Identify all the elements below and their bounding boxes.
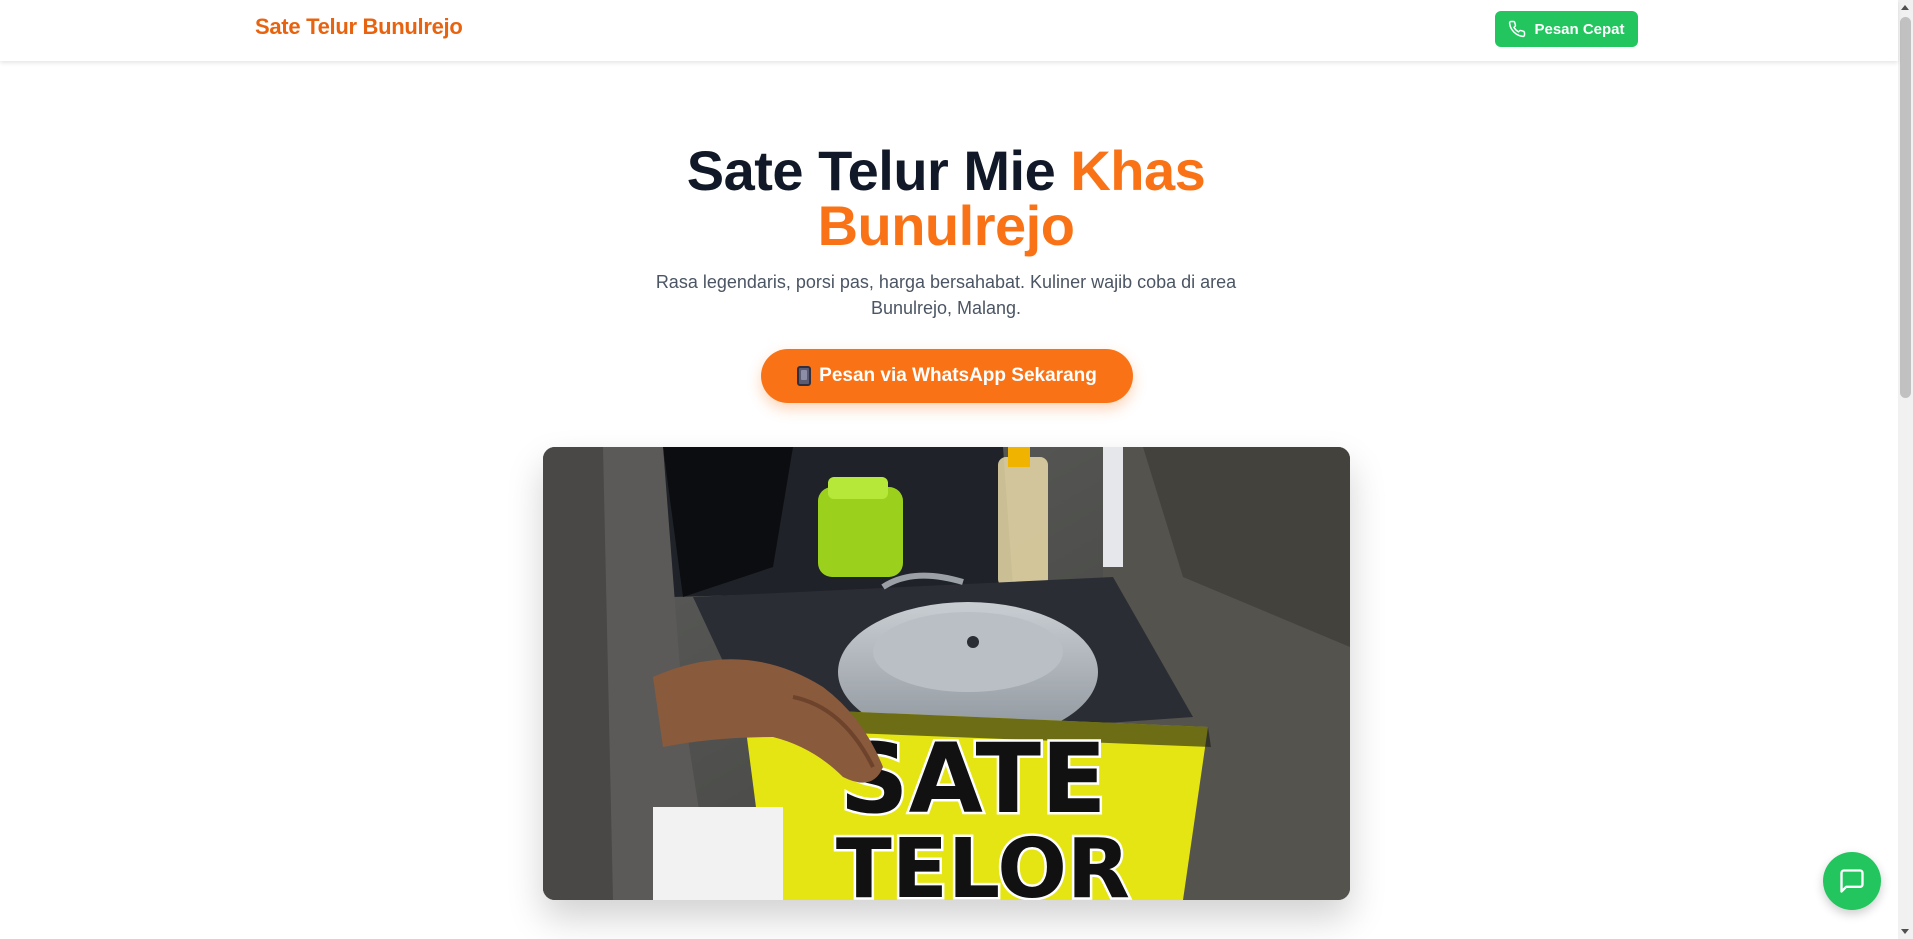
scroll-up-arrow-icon[interactable] — [1901, 5, 1909, 10]
hero-subtitle: Rasa legendaris, porsi pas, harga bersah… — [655, 272, 1237, 318]
hero-title: Sate Telur Mie Khas Bunulrejo — [556, 143, 1336, 254]
mobile-phone-icon — [797, 366, 812, 386]
sign-text-telor: TELOR — [836, 822, 1130, 900]
brand-logo-text[interactable]: Sate Telur Bunulrejo — [255, 14, 463, 40]
whatsapp-order-button[interactable]: Pesan via WhatsApp Sekarang — [761, 349, 1133, 403]
scroll-thumb[interactable] — [1900, 17, 1911, 398]
chat-button[interactable] — [1823, 852, 1881, 910]
vertical-scrollbar[interactable] — [1898, 0, 1913, 939]
food-cart-photo: SATE TELOR — [543, 447, 1350, 900]
whatsapp-order-label: Pesan via WhatsApp Sekarang — [819, 365, 1097, 386]
phone-icon — [1509, 20, 1526, 38]
quick-order-label: Pesan Cepat — [1534, 20, 1625, 38]
sign-text-sate: SATE — [839, 723, 1106, 835]
top-navbar: Sate Telur Bunulrejo Pesan Cepat — [0, 0, 1898, 61]
hero-title-main: Sate Telur Mie — [686, 139, 1071, 202]
quick-order-button[interactable]: Pesan Cepat — [1495, 11, 1638, 47]
chat-bubble-icon — [1840, 869, 1864, 893]
hero-photo: SATE TELOR — [543, 447, 1350, 900]
scroll-down-arrow-icon[interactable] — [1901, 929, 1909, 934]
